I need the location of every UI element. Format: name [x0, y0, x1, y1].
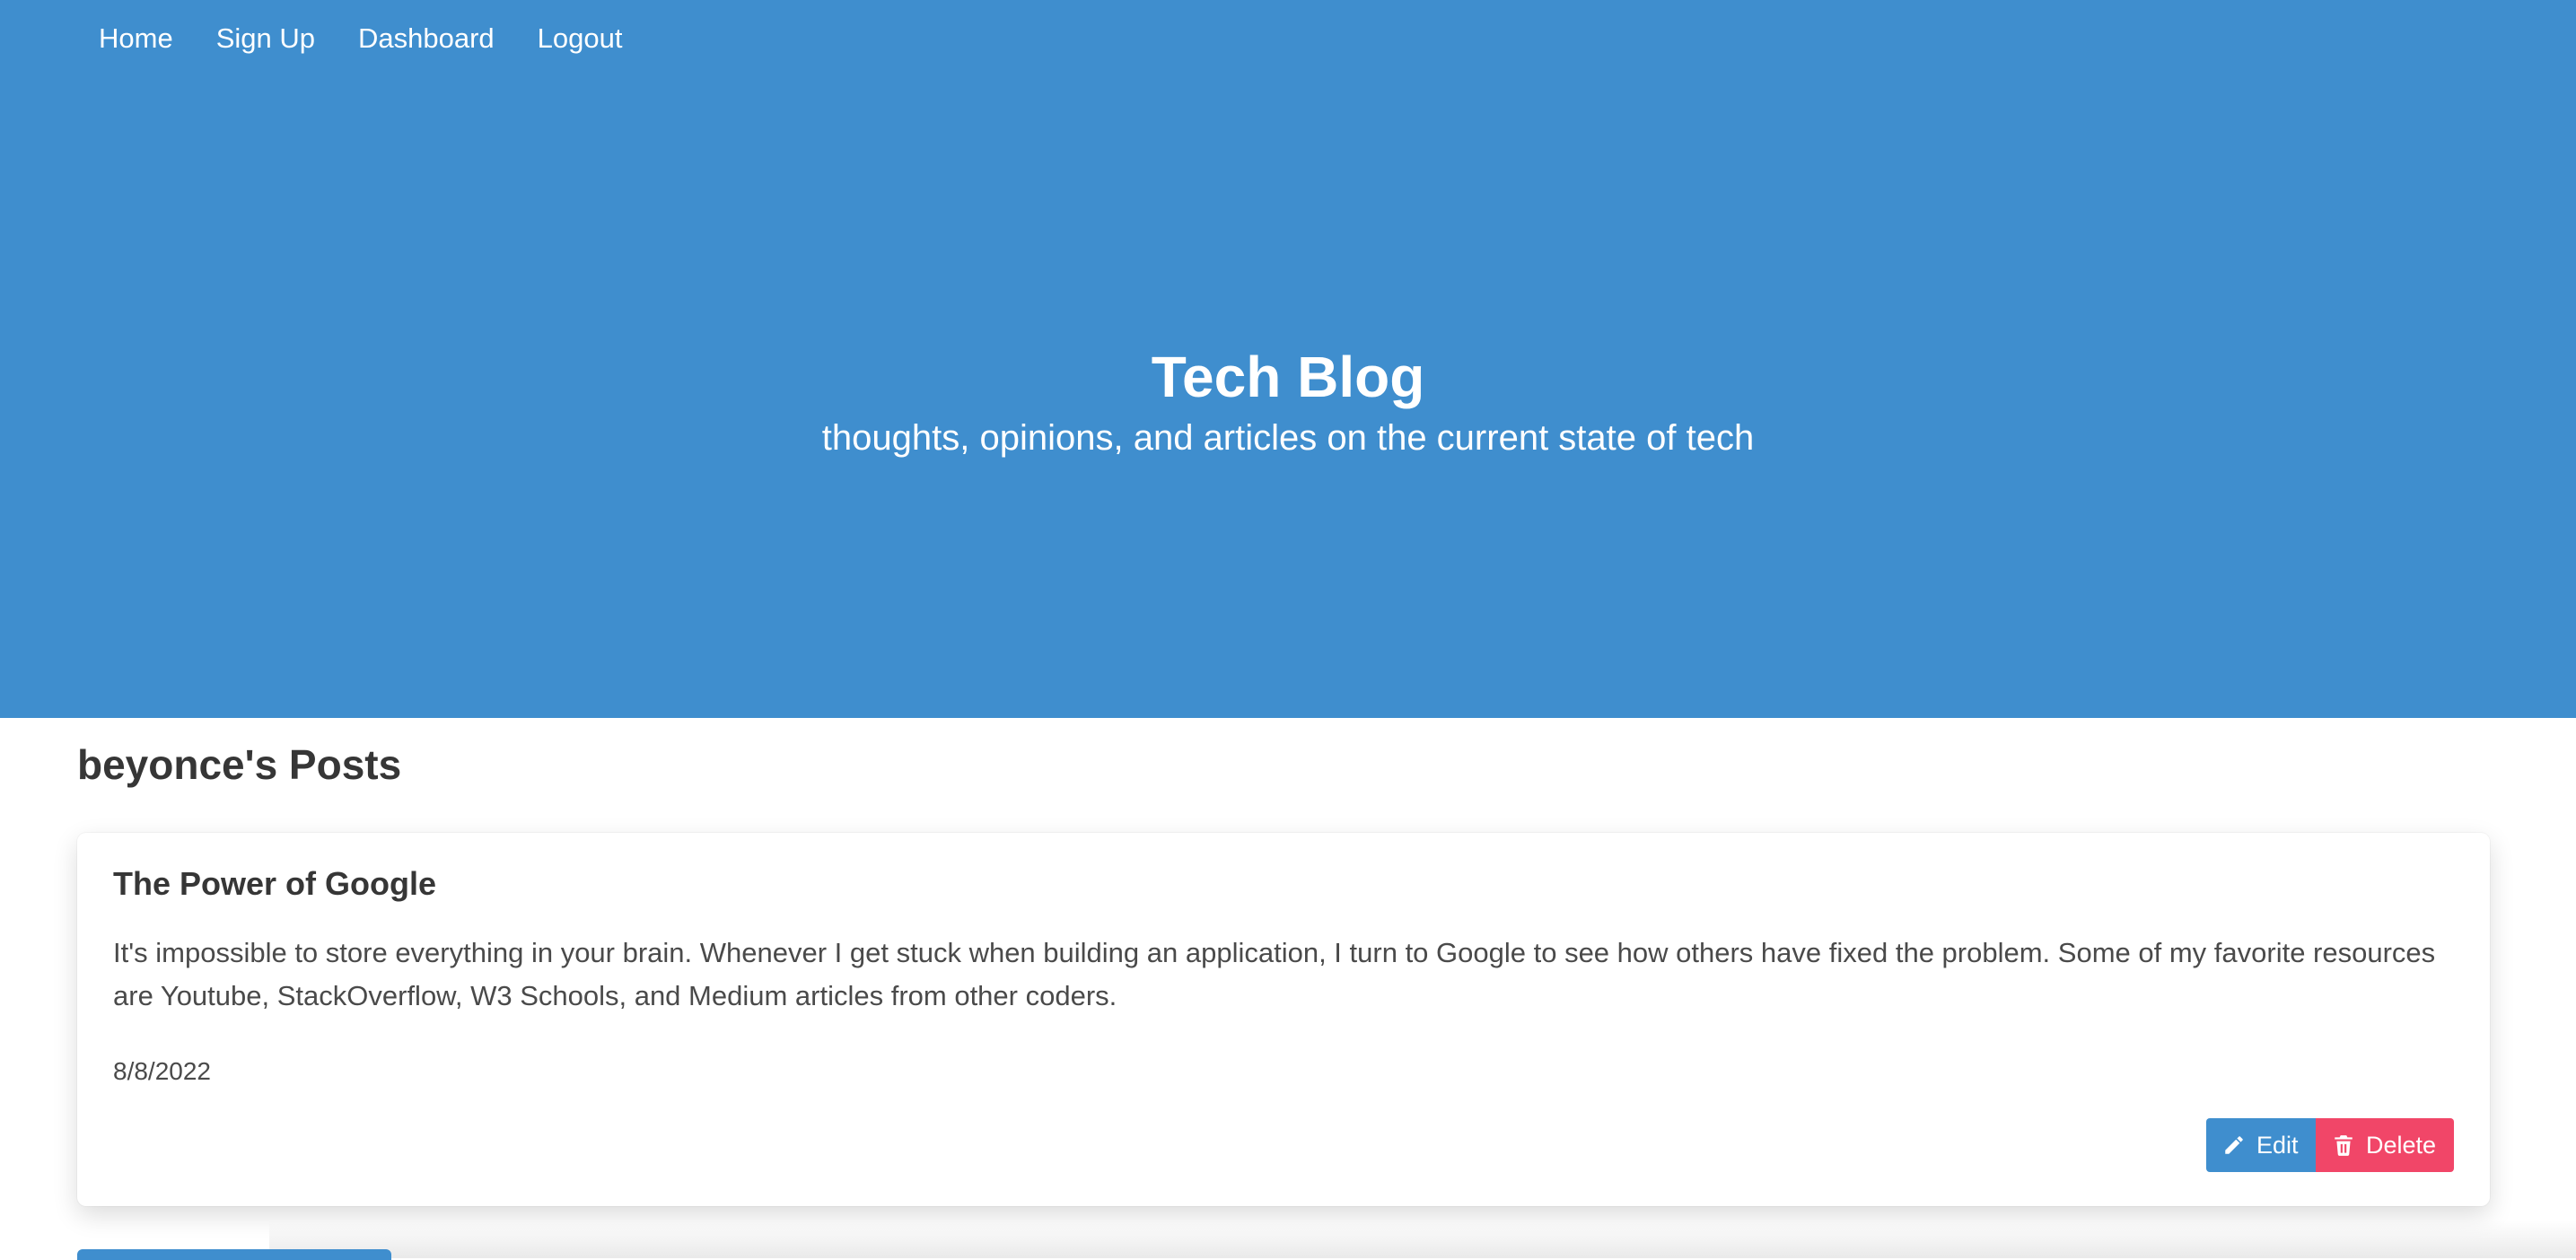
- site-title: Tech Blog: [1151, 345, 1425, 409]
- posts-heading: beyonce's Posts: [77, 741, 402, 788]
- delete-button-label: Delete: [2366, 1131, 2437, 1159]
- card-shadow-fade: [269, 1221, 2576, 1258]
- post-card: The Power of Google It's impossible to s…: [77, 833, 2490, 1206]
- pencil-icon: [2225, 1136, 2243, 1154]
- nav-home-link[interactable]: Home: [99, 20, 173, 57]
- trash-icon: [2335, 1135, 2353, 1156]
- top-nav: Home Sign Up Dashboard Logout: [99, 20, 665, 57]
- delete-post-button[interactable]: Delete: [2316, 1118, 2454, 1172]
- edit-button-label: Edit: [2256, 1131, 2299, 1159]
- post-date: 8/8/2022: [113, 1057, 211, 1085]
- site-subtitle: thoughts, opinions, and articles on the …: [821, 418, 1755, 458]
- post-actions: Edit Delete: [2206, 1118, 2454, 1172]
- new-post-button-partial[interactable]: [77, 1249, 391, 1260]
- post-body: It's impossible to store everything in y…: [113, 937, 2436, 1011]
- edit-post-button[interactable]: Edit: [2206, 1118, 2316, 1172]
- nav-dashboard-link[interactable]: Dashboard: [358, 20, 495, 57]
- nav-signup-link[interactable]: Sign Up: [216, 20, 315, 57]
- nav-logout-link[interactable]: Logout: [538, 20, 623, 57]
- post-title: The Power of Google: [113, 865, 437, 902]
- hero-banner: Home Sign Up Dashboard Logout Tech Blog …: [0, 0, 2576, 718]
